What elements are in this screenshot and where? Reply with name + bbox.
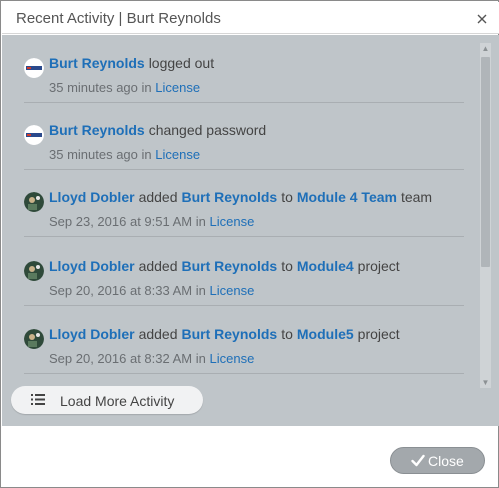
context-link[interactable]: License xyxy=(155,80,200,95)
activity-verb: logged out xyxy=(148,55,215,71)
activity-item: Burt Reynolds changed password 35 minutes… xyxy=(24,102,464,170)
actor-link[interactable]: Lloyd Dobler xyxy=(49,258,135,274)
activity-meta: Sep 20, 2016 at 8:33 AM in License xyxy=(49,283,254,298)
actor-link[interactable]: Lloyd Dobler xyxy=(49,189,135,205)
list-icon xyxy=(31,394,45,405)
object-link[interactable]: Module4 xyxy=(297,258,354,274)
activity-text: Burt Reynolds changed password xyxy=(49,122,270,138)
context-link[interactable]: License xyxy=(209,283,254,298)
activity-verb: added xyxy=(138,189,178,205)
load-more-label: Load More Activity xyxy=(60,393,175,409)
activity-verb: added xyxy=(138,326,178,342)
scroll-up-icon[interactable]: ▲ xyxy=(480,43,491,54)
target-link[interactable]: Burt Reynolds xyxy=(182,326,278,342)
scroll-thumb[interactable] xyxy=(481,57,490,267)
target-link[interactable]: Burt Reynolds xyxy=(182,258,278,274)
user-photo-icon xyxy=(24,329,44,349)
dialog-title: Recent Activity | Burt Reynolds xyxy=(16,10,221,27)
activity-text: Lloyd Dobler added Burt Reynolds to Module5 p… xyxy=(49,326,404,342)
activity-dialog: Recent Activity | Burt Reynolds Burt Rey… xyxy=(0,0,499,488)
close-icon[interactable] xyxy=(475,12,489,26)
check-icon xyxy=(411,454,425,467)
activity-item: Lloyd Dobler added Burt Reynolds to Module 4… xyxy=(24,169,464,237)
actor-link[interactable]: Burt Reynolds xyxy=(49,55,145,71)
activity-prep: to xyxy=(281,189,293,205)
object-link[interactable]: Module5 xyxy=(297,326,354,342)
activity-time: Sep 20, 2016 at 8:32 AM xyxy=(49,351,193,366)
activity-text: Burt Reynolds logged out xyxy=(49,55,218,71)
user-photo-icon xyxy=(24,261,44,281)
object-link[interactable]: Module 4 Team xyxy=(297,189,397,205)
user-photo-icon xyxy=(24,192,44,212)
activity-text: Lloyd Dobler added Burt Reynolds to Module 4… xyxy=(49,189,436,205)
activity-meta: 35 minutes ago in License xyxy=(49,80,200,95)
user-photo-avatar xyxy=(24,192,44,212)
activity-time: Sep 23, 2016 at 9:51 AM xyxy=(49,214,193,229)
company-logo-avatar xyxy=(24,125,44,145)
activity-time: Sep 20, 2016 at 8:33 AM xyxy=(49,283,193,298)
company-logo-icon xyxy=(24,125,44,145)
company-logo-icon xyxy=(24,58,44,78)
activity-item: Lloyd Dobler added Burt Reynolds to Module4 p… xyxy=(24,238,464,306)
close-button-label: Close xyxy=(428,453,464,469)
activity-item: Lloyd Dobler added Burt Reynolds to Module5 p… xyxy=(24,306,464,374)
dialog-header: Recent Activity | Burt Reynolds xyxy=(2,2,499,34)
activity-in: in xyxy=(141,80,152,95)
activity-in: in xyxy=(195,351,206,366)
company-logo-avatar xyxy=(24,58,44,78)
scroll-down-icon[interactable]: ▼ xyxy=(480,377,491,388)
actor-link[interactable]: Lloyd Dobler xyxy=(49,326,135,342)
activity-time: 35 minutes ago xyxy=(49,147,138,162)
activity-prep: to xyxy=(281,258,293,274)
activity-meta: 35 minutes ago in License xyxy=(49,147,200,162)
activity-item: Burt Reynolds logged out 35 minutes ago i… xyxy=(24,35,464,103)
activity-in: in xyxy=(195,214,206,229)
target-link[interactable]: Burt Reynolds xyxy=(182,189,278,205)
user-photo-avatar xyxy=(24,329,44,349)
activity-meta: Sep 20, 2016 at 8:32 AM in License xyxy=(49,351,254,366)
activity-text: Lloyd Dobler added Burt Reynolds to Module4 p… xyxy=(49,258,404,274)
actor-link[interactable]: Burt Reynolds xyxy=(49,122,145,138)
activity-scrollbar[interactable]: ▲ ▼ xyxy=(480,43,491,388)
context-link[interactable]: License xyxy=(155,147,200,162)
activity-verb: changed password xyxy=(148,122,267,138)
context-link[interactable]: License xyxy=(209,214,254,229)
object-type: project xyxy=(357,258,400,274)
object-type: project xyxy=(357,326,400,342)
user-photo-avatar xyxy=(24,261,44,281)
activity-verb: added xyxy=(138,258,178,274)
activity-list[interactable]: Burt Reynolds logged out 35 minutes ago i… xyxy=(2,35,478,385)
activity-time: 35 minutes ago xyxy=(49,80,138,95)
activity-in: in xyxy=(195,283,206,298)
activity-prep: to xyxy=(281,326,293,342)
object-type: team xyxy=(400,189,433,205)
context-link[interactable]: License xyxy=(209,351,254,366)
activity-in: in xyxy=(141,147,152,162)
load-more-button[interactable]: Load More Activity xyxy=(11,386,203,414)
activity-panel: Burt Reynolds logged out 35 minutes ago i… xyxy=(2,35,499,426)
close-button[interactable]: Close xyxy=(390,447,485,474)
activity-meta: Sep 23, 2016 at 9:51 AM in License xyxy=(49,214,254,229)
